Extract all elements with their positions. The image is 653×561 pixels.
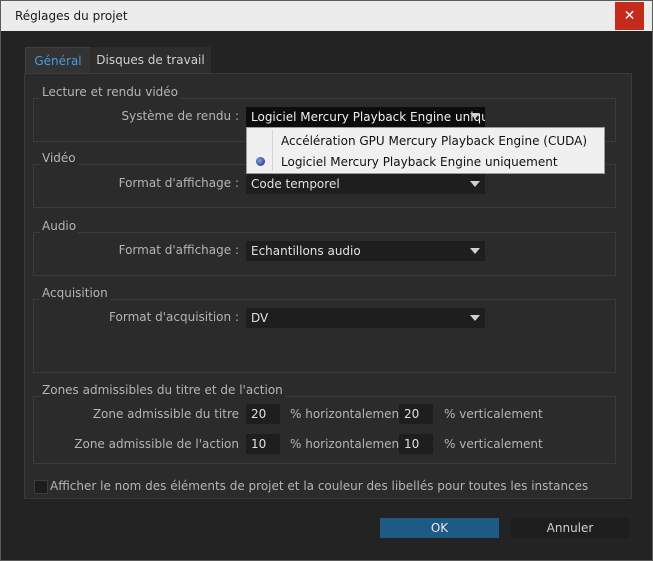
title-safe-vertical-unit: % verticalement bbox=[444, 407, 543, 421]
close-icon: ✕ bbox=[623, 8, 636, 24]
action-safe-horizontal-unit: % horizontalement bbox=[290, 437, 404, 451]
tab-general[interactable]: Général bbox=[25, 47, 91, 74]
capture-group-title: Acquisition bbox=[40, 286, 110, 300]
chevron-down-icon bbox=[470, 315, 480, 321]
video-display-select[interactable]: Code temporel bbox=[246, 174, 485, 194]
capture-format-label: Format d'acquisition : bbox=[109, 310, 239, 324]
renderer-dropdown-list: Accélération GPU Mercury Playback Engine… bbox=[246, 127, 605, 174]
capture-format-select[interactable]: DV bbox=[246, 308, 485, 328]
chevron-down-icon bbox=[470, 113, 480, 119]
action-safe-vertical-input[interactable]: 10 bbox=[399, 434, 433, 454]
show-names-checkbox[interactable] bbox=[34, 480, 48, 494]
video-display-label: Format d'affichage : bbox=[118, 176, 239, 190]
selected-radio-icon bbox=[256, 157, 265, 166]
action-safe-horizontal-input[interactable]: 10 bbox=[246, 434, 280, 454]
cancel-button[interactable]: Annuler bbox=[511, 518, 629, 538]
title-safe-vertical-input[interactable]: 20 bbox=[399, 404, 433, 424]
action-safe-vertical-unit: % verticalement bbox=[444, 437, 543, 451]
chevron-down-icon bbox=[470, 181, 480, 187]
renderer-option-gpu-cuda[interactable]: Accélération GPU Mercury Playback Engine… bbox=[281, 134, 587, 148]
audio-display-select[interactable]: Echantillons audio bbox=[246, 241, 485, 261]
show-names-label: Afficher le nom des éléments de projet e… bbox=[50, 479, 589, 493]
dialog-title: Réglages du projet bbox=[15, 9, 128, 23]
chevron-down-icon bbox=[470, 248, 480, 254]
action-safe-label: Zone admissible de l'action bbox=[74, 437, 239, 451]
renderer-label: Système de rendu : bbox=[121, 109, 240, 123]
tab-scratch-disks[interactable]: Disques de travail bbox=[90, 47, 211, 73]
video-display-value: Code temporel bbox=[251, 177, 340, 191]
renderer-select-value: Logiciel Mercury Playback Engine uniquem bbox=[251, 110, 485, 124]
safe-zones-group-title: Zones admissibles du titre et de l'actio… bbox=[40, 383, 285, 397]
capture-format-value: DV bbox=[251, 311, 269, 325]
title-safe-horizontal-input[interactable]: 20 bbox=[246, 404, 280, 424]
renderer-option-software[interactable]: Logiciel Mercury Playback Engine uniquem… bbox=[281, 155, 558, 169]
audio-group-title: Audio bbox=[40, 219, 79, 233]
title-bar[interactable]: Réglages du projet ✕ bbox=[1, 1, 652, 31]
title-safe-label: Zone admissible du titre bbox=[92, 407, 239, 421]
playback-group-title: Lecture et rendu vidéo bbox=[40, 85, 181, 99]
title-safe-horizontal-unit: % horizontalement bbox=[290, 407, 404, 421]
audio-display-label: Format d'affichage : bbox=[118, 243, 239, 257]
video-group-title: Vidéo bbox=[40, 151, 78, 165]
audio-display-value: Echantillons audio bbox=[251, 244, 361, 258]
renderer-select[interactable]: Logiciel Mercury Playback Engine uniquem bbox=[246, 107, 485, 127]
close-button[interactable]: ✕ bbox=[615, 2, 644, 30]
dropdown-gutter bbox=[272, 130, 273, 171]
ok-button[interactable]: OK bbox=[380, 518, 499, 538]
